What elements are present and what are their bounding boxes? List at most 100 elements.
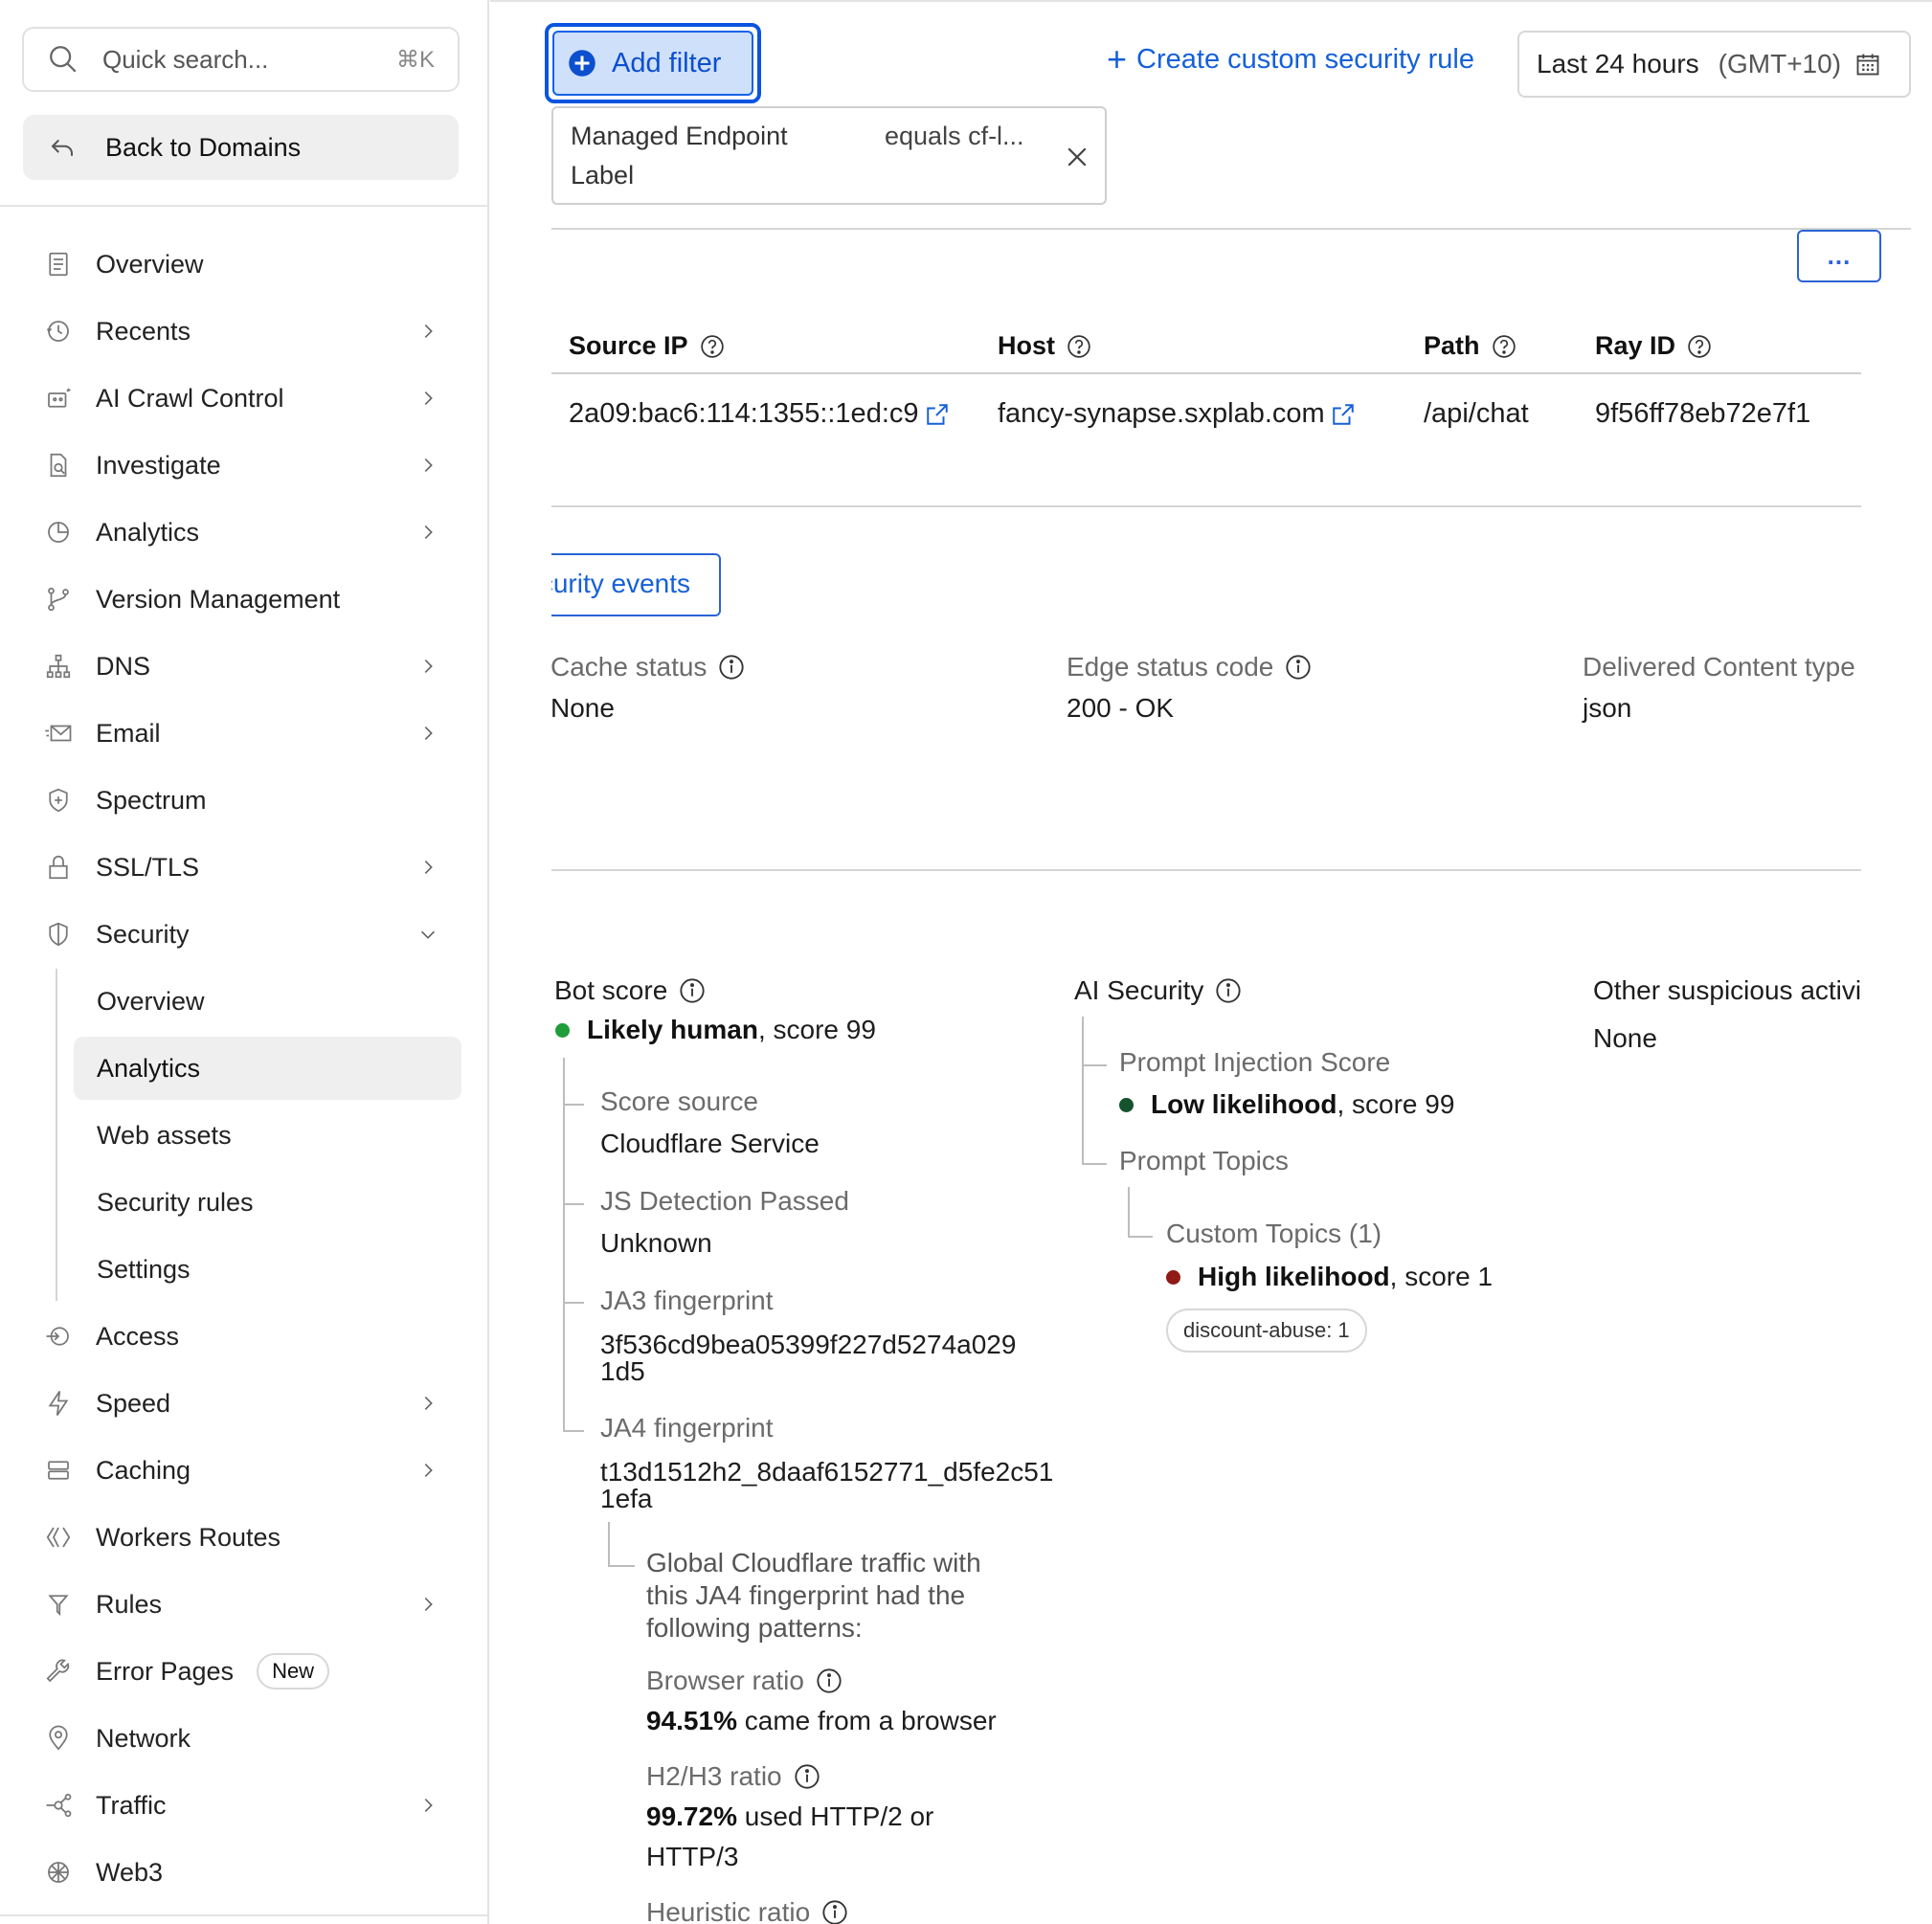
- sidebar-item-label: Email: [96, 718, 161, 748]
- email-icon: [45, 725, 72, 742]
- chevron-right-icon: [424, 726, 433, 741]
- score-source-value: Cloudflare Service: [600, 1129, 820, 1158]
- field-label: Delivered Content type: [1583, 652, 1855, 682]
- sidebar-item-label: Spectrum: [96, 785, 207, 815]
- sub-item-analytics[interactable]: Analytics: [74, 1037, 461, 1100]
- sub-item-settings[interactable]: Settings: [74, 1238, 461, 1301]
- info-icon[interactable]: [821, 1899, 848, 1924]
- js-detection-label: JS Detection Passed: [600, 1186, 849, 1216]
- prompt-injection-value: Low likelihood, score 99: [1119, 1089, 1454, 1120]
- new-badge: New: [257, 1653, 330, 1689]
- bot-likelihood: Likely human: [587, 1015, 758, 1044]
- content-type-label: Delivered Content type: [1583, 652, 1855, 682]
- back-to-domains-button[interactable]: Back to Domains: [23, 115, 459, 180]
- traffic-icon: [46, 1793, 72, 1818]
- sidebar-item-error-pages[interactable]: Error Pages New: [23, 1642, 463, 1701]
- h2h3-ratio-value: 99.72% used HTTP/2 or HTTP/3: [646, 1797, 933, 1877]
- chevron-right-icon: [424, 659, 433, 674]
- sidebar-item-recents[interactable]: Recents: [23, 302, 463, 361]
- sidebar-item-traffic[interactable]: Traffic: [23, 1776, 463, 1835]
- funnel-icon: [48, 1595, 69, 1617]
- sidebar-item-network[interactable]: Network: [23, 1709, 463, 1768]
- tree-branch: [563, 1203, 584, 1205]
- chevron-right-icon: [424, 1463, 433, 1478]
- search-shortcut: ⌘K: [395, 46, 435, 73]
- sidebar-item-speed[interactable]: Speed: [23, 1374, 463, 1433]
- sidebar-item-rules[interactable]: Rules: [23, 1575, 463, 1634]
- sidebar-item-ai-crawl-control[interactable]: AI Crawl Control: [23, 369, 463, 428]
- field-label: Heuristic ratio: [646, 1897, 811, 1924]
- status-dot-red: [1166, 1269, 1180, 1285]
- sidebar-item-email[interactable]: Email: [23, 704, 463, 763]
- sidebar-item-dns[interactable]: DNS: [23, 637, 463, 696]
- quick-search[interactable]: Quick search... ⌘K: [22, 27, 460, 92]
- sidebar-item-label: AI Crawl Control: [96, 383, 284, 413]
- sidebar-item-access[interactable]: Access: [23, 1307, 463, 1366]
- sidebar-item-label: Rules: [96, 1589, 163, 1619]
- sidebar-item-web3[interactable]: Web3: [23, 1843, 463, 1902]
- history-icon: [46, 321, 69, 342]
- tree-line: [563, 1058, 565, 1431]
- sidebar-item-security[interactable]: Security: [23, 905, 463, 964]
- submenu-guide-line: [56, 969, 57, 1301]
- sidebar-item-label: Web3: [96, 1857, 164, 1887]
- sidebar-item-label: Network: [96, 1723, 191, 1753]
- custom-topics-value: High likelihood, score 1: [1166, 1262, 1493, 1292]
- security-events-button[interactable]: Security events: [551, 553, 721, 616]
- browser-ratio-label: Browser ratio: [646, 1666, 842, 1696]
- web3-icon: [48, 1862, 69, 1883]
- sidebar-item-spectrum[interactable]: Spectrum: [23, 771, 463, 830]
- sidebar-item-investigate[interactable]: Investigate: [23, 436, 463, 495]
- tree-branch: [563, 1104, 584, 1106]
- info-icon[interactable]: [816, 1667, 842, 1694]
- investigate-icon: [50, 453, 67, 478]
- tree-line: [608, 1522, 610, 1565]
- ja4-global-text-line: this JA4 fingerprint had the: [646, 1580, 966, 1610]
- sidebar-item-label: Analytics: [96, 517, 200, 547]
- edge-status-value: 200 - OK: [1067, 693, 1175, 723]
- info-icon[interactable]: [794, 1763, 820, 1790]
- ja4-value: t13d1512h2_8daaf6152771_d5fe2c51: [600, 1457, 1054, 1487]
- score-source-label: Score source: [600, 1086, 758, 1116]
- sidebar-item-ssl-tls[interactable]: SSL/TLS: [23, 838, 463, 897]
- ja4-label: JA4 fingerprint: [600, 1413, 774, 1443]
- robot-icon: [48, 388, 71, 408]
- sub-item-web-assets[interactable]: Web assets: [74, 1104, 461, 1167]
- tree-branch: [563, 1302, 584, 1304]
- edge-status-label: Edge status code: [1067, 652, 1312, 682]
- other-suspicious-value: None: [1593, 1023, 1657, 1053]
- sidebar-item-label: Traffic: [96, 1790, 167, 1820]
- sub-item-label: Settings: [97, 1254, 191, 1284]
- info-icon[interactable]: [1215, 977, 1242, 1004]
- sidebar-item-label: Caching: [96, 1455, 191, 1485]
- chevron-right-icon: [424, 860, 433, 875]
- browser-ratio-text: came from a browser: [736, 1706, 997, 1735]
- field-label: H2/H3 ratio: [646, 1761, 782, 1791]
- sub-item-label: Overview: [97, 986, 205, 1016]
- chevron-right-icon: [424, 391, 433, 406]
- sidebar: Quick search... ⌘K Back to Domains Overv…: [0, 0, 489, 1924]
- sub-item-label: Web assets: [97, 1120, 232, 1150]
- sidebar-item-caching[interactable]: Caching: [23, 1441, 463, 1500]
- ai-security-label: AI Security: [1074, 975, 1242, 1006]
- sidebar-divider: [0, 205, 489, 207]
- pie-chart-icon: [48, 522, 69, 543]
- cache-status-value: None: [550, 693, 615, 723]
- document-icon: [49, 252, 68, 277]
- tree-branch: [1082, 1064, 1107, 1066]
- ja4-global-text-line: following patterns:: [646, 1613, 863, 1643]
- sidebar-item-version-management[interactable]: Version Management: [23, 570, 463, 629]
- sub-item-security-rules[interactable]: Security rules: [74, 1171, 461, 1234]
- info-icon[interactable]: [718, 654, 745, 681]
- sidebar-item-workers-routes[interactable]: Workers Routes: [23, 1508, 463, 1567]
- field-label: Bot score: [554, 975, 668, 1005]
- info-icon[interactable]: [679, 977, 706, 1004]
- search-icon: [50, 46, 77, 73]
- sub-item-overview[interactable]: Overview: [74, 970, 461, 1033]
- info-icon[interactable]: [1285, 654, 1312, 681]
- sub-item-label: Security rules: [97, 1187, 254, 1217]
- sidebar-item-overview[interactable]: Overview: [23, 235, 463, 294]
- sidebar-item-analytics[interactable]: Analytics: [23, 503, 463, 562]
- search-placeholder: Quick search...: [102, 44, 269, 74]
- h2h3-ratio-label: H2/H3 ratio: [646, 1761, 820, 1792]
